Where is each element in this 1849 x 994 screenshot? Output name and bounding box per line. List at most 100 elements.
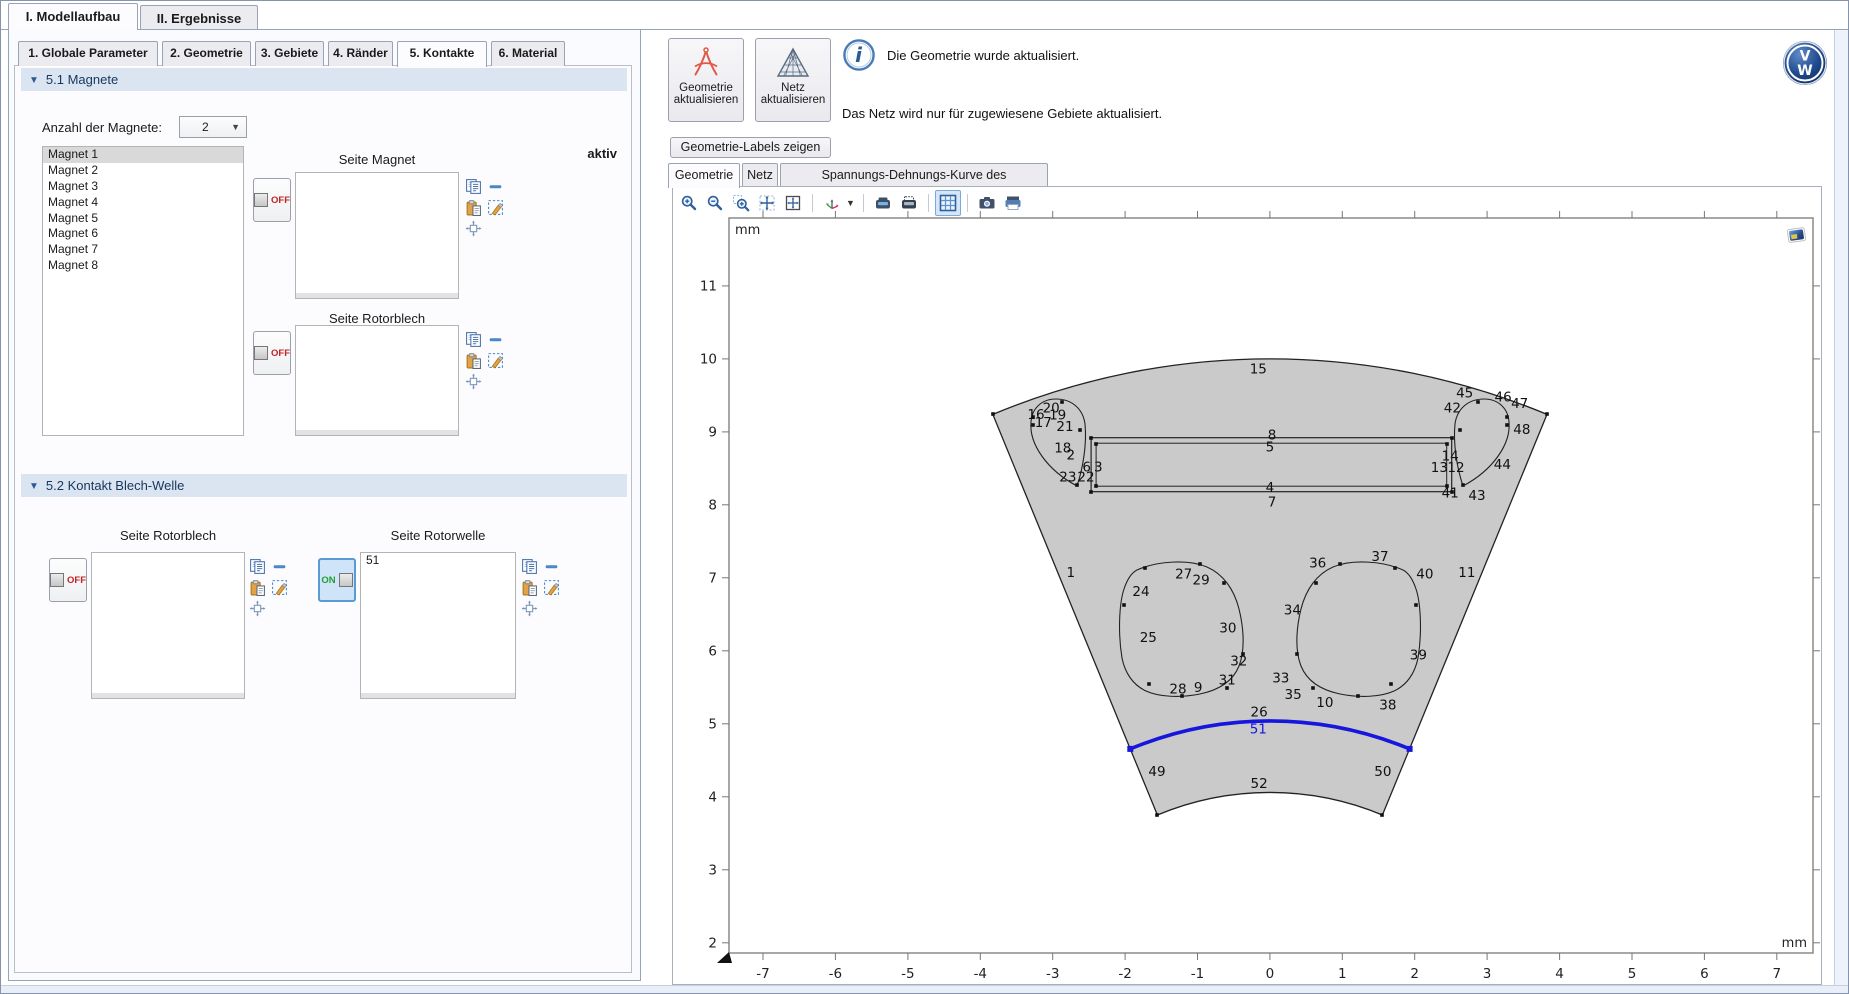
remove-button[interactable] [487,331,505,349]
edge-label-43: 43 [1468,488,1485,504]
top-tab-modellaufbau[interactable]: I. Modellaufbau [8,3,138,30]
subtab--kontakte[interactable]: 5. Kontakte [397,41,487,67]
grid-button[interactable] [935,190,961,216]
edge-label-52: 52 [1251,776,1268,792]
update-geometry-button[interactable]: Geometrie aktualisieren [668,38,744,122]
export-animation-button[interactable] [896,190,922,216]
remove-icon [487,331,504,348]
selection-list-seite-rotorblech-2[interactable] [91,552,245,699]
zoom-fit-icon [784,194,802,212]
magnet-list[interactable]: Magnet 1Magnet 2Magnet 3Magnet 4Magnet 5… [42,146,244,436]
geometry-plot-svg[interactable]: -7-6-5-4-3-2-101234567234567891011mmmm15… [672,186,1822,985]
subtab--gebiete[interactable]: 3. Gebiete [255,41,324,66]
subtab--r-nder[interactable]: 4. Ränder [328,41,393,66]
clear-selection-button[interactable] [487,352,505,370]
zoom-to-selection-button[interactable] [465,220,483,238]
selection-list-seite-magnet[interactable] [295,172,459,299]
paste-button[interactable] [465,352,483,370]
toolbar-separator [928,194,929,212]
svg-text:1: 1 [1338,966,1347,982]
zoom-extents-button[interactable] [754,190,780,216]
subtab--globale-parameter[interactable]: 1. Globale Parameter [18,41,158,66]
zoom-fit-button[interactable] [780,190,806,216]
toggle-seite-magnet[interactable]: OFF [253,178,291,222]
copy-button[interactable] [521,558,539,576]
magnet-list-item[interactable]: Magnet 5 [43,211,243,227]
zoom-to-selection-button[interactable] [465,373,483,391]
edge-label-30: 30 [1219,621,1236,637]
svg-text:-2: -2 [1118,966,1131,982]
selection-list-seite-rotorblech-1[interactable] [295,325,459,436]
clear-selection-button[interactable] [543,579,561,597]
vw-letter-w: W [1797,63,1812,79]
svg-text:7: 7 [708,570,717,586]
section-header-kontakt-blech-welle[interactable]: ▼5.2 Kontakt Blech-Welle [21,474,627,497]
update-mesh-button[interactable]: Netz aktualisieren [755,38,831,122]
clear-selection-button[interactable] [487,199,505,217]
magnet-list-item[interactable]: Magnet 1 [43,147,243,163]
copy-button[interactable] [465,178,483,196]
edge-label-33: 33 [1272,670,1289,686]
geometry-plot[interactable]: -7-6-5-4-3-2-101234567234567891011mmmm15… [672,186,1822,985]
zoom-box-button[interactable] [728,190,754,216]
subtab--geometrie[interactable]: 2. Geometrie [162,41,251,66]
export-animation-icon [900,194,918,212]
edge-label-44: 44 [1494,457,1511,473]
edge-label-37: 37 [1371,549,1388,565]
caption-seite-rotorwelle: Seite Rotorwelle [360,528,516,543]
toggle-seite-rotorblech-1[interactable]: OFF [253,331,291,375]
toggle-state: OFF [271,348,290,359]
subtab--material[interactable]: 6. Material [491,41,565,66]
edge-label-45: 45 [1456,386,1473,402]
svg-text:-5: -5 [901,966,914,982]
zoom-to-selection-icon [249,600,266,617]
zoom-to-selection-button[interactable] [249,600,267,618]
print-button[interactable] [1000,190,1026,216]
svg-text:2: 2 [1410,966,1419,982]
paste-button[interactable] [521,579,539,597]
remove-button[interactable] [543,558,561,576]
view-tab-netz[interactable]: Netz [742,163,778,187]
edge-label-32: 32 [1230,654,1247,670]
toggle-seite-rotorblech-2[interactable]: OFF [49,558,87,602]
magnet-list-item[interactable]: Magnet 8 [43,258,243,274]
edge-label-23: 23 [1059,470,1076,486]
view-tab-spannungsdehnungskurve[interactable]: Spannungs-Dehnungs-Kurve des Blechmateri… [780,163,1048,187]
magnet-list-item[interactable]: Magnet 2 [43,163,243,179]
clear-selection-icon [487,352,504,369]
magnet-list-item[interactable]: Magnet 7 [43,242,243,258]
magnet-count-select[interactable]: 2 ▼ [179,116,247,138]
magnet-count-label: Anzahl der Magnete: [42,120,162,135]
copy-button[interactable] [249,558,267,576]
magnet-list-item[interactable]: Magnet 4 [43,195,243,211]
zoom-out-button[interactable] [702,190,728,216]
top-tab-ergebnisse[interactable]: II. Ergebnisse [140,5,258,30]
view-orientation-button[interactable] [819,190,845,216]
export-image-button[interactable] [870,190,896,216]
zoom-to-selection-button[interactable] [521,600,539,618]
toggle-state: ON [321,575,335,586]
selection-item[interactable]: 51 [361,553,515,569]
selection-list-seite-rotorwelle[interactable]: 51 [360,552,516,699]
paste-button[interactable] [249,579,267,597]
clear-selection-button[interactable] [271,579,289,597]
plot-settings-icon[interactable] [1786,226,1808,245]
toggle-seite-rotorwelle[interactable]: ON [318,558,356,602]
clear-selection-icon [543,579,560,596]
magnet-list-item[interactable]: Magnet 3 [43,179,243,195]
show-geometry-labels-button[interactable]: Geometrie-Labels zeigen [670,137,831,158]
magnet-list-item[interactable]: Magnet 6 [43,226,243,242]
vertical-scrollbar[interactable] [1834,30,1848,986]
snapshot-button[interactable] [974,190,1000,216]
section-header-magnete[interactable]: ▼5.1 Magnete [21,68,627,91]
paste-button[interactable] [465,199,483,217]
zoom-in-button[interactable] [676,190,702,216]
edge-label-29: 29 [1193,573,1210,589]
remove-button[interactable] [487,178,505,196]
caret-down-icon[interactable]: ▼ [846,198,855,208]
copy-icon [521,558,538,575]
collapse-icon: ▼ [29,69,39,92]
remove-button[interactable] [271,558,289,576]
view-tab-geometrie[interactable]: Geometrie [668,163,740,188]
copy-button[interactable] [465,331,483,349]
